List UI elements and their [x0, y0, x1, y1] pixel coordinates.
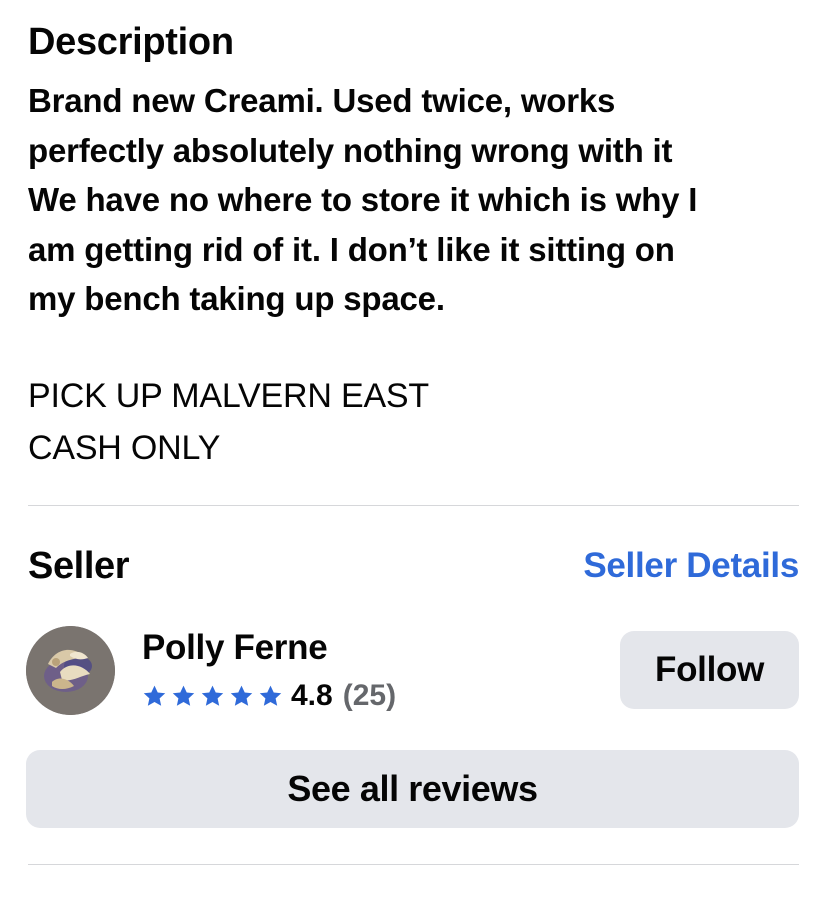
seller-name[interactable]: Polly Ferne	[142, 626, 328, 670]
seller-title: Seller	[28, 544, 130, 587]
star-icon	[259, 685, 282, 706]
description-body: Brand new Creami. Used twice, works perf…	[28, 82, 698, 317]
rating-count: (25)	[342, 679, 397, 712]
pickup-note: PICK UP MALVERN EAST CASH ONLY	[28, 377, 429, 467]
star-icon	[201, 685, 224, 706]
star-icon	[143, 685, 166, 706]
follow-button[interactable]: Follow	[620, 631, 799, 709]
divider	[28, 505, 799, 506]
avatar[interactable]	[26, 626, 115, 715]
description-title: Description	[28, 21, 234, 63]
star-icon	[172, 685, 195, 706]
profile-photo-icon	[26, 626, 115, 715]
divider	[28, 864, 799, 865]
see-all-reviews-button[interactable]: See all reviews	[26, 750, 799, 828]
seller-details-link[interactable]: Seller Details	[583, 546, 799, 586]
star-icon	[230, 685, 253, 706]
rating-stars	[142, 684, 283, 709]
rating-value: 4.8	[291, 679, 333, 712]
seller-header: Seller Seller Details	[28, 540, 799, 592]
seller-rating: 4.8 (25)	[142, 676, 396, 716]
